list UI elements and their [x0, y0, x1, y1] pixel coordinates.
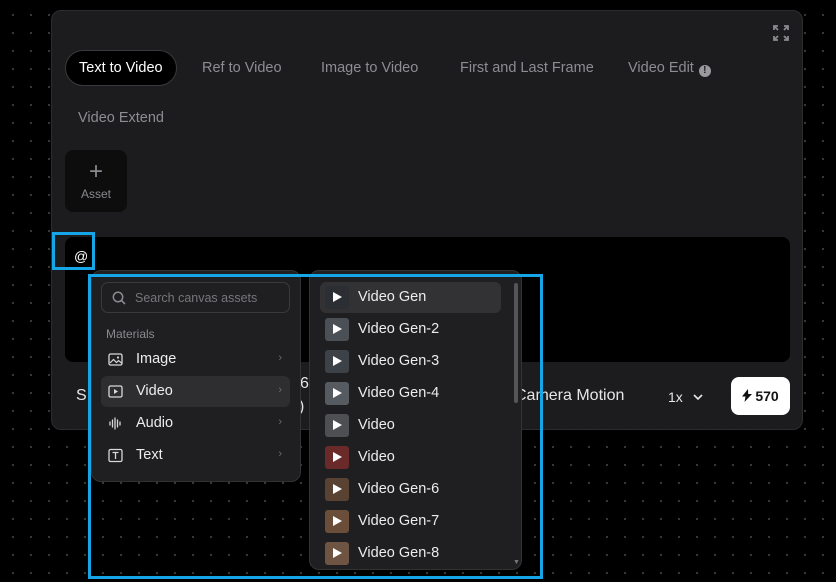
highlight-box-menus [88, 274, 543, 579]
info-icon: ! [698, 65, 711, 77]
add-asset-button[interactable]: + Asset [65, 150, 127, 212]
tab-image-to-video[interactable]: Image to Video [321, 50, 418, 86]
chevron-down-icon [693, 394, 703, 401]
plus-icon: + [88, 158, 103, 185]
tab-video-edit[interactable]: Video Edit! [628, 50, 711, 86]
speed-value: 1x [668, 389, 683, 405]
tab-video-extend[interactable]: Video Extend [78, 100, 164, 136]
tab-first-and-last-frame[interactable]: First and Last Frame [460, 50, 594, 86]
speed-select[interactable]: 1x [668, 389, 703, 405]
tab-text-to-video[interactable]: Text to Video [65, 50, 177, 86]
tab-ref-to-video[interactable]: Ref to Video [202, 50, 282, 86]
setting-label-fragment[interactable]: S [76, 387, 87, 405]
expand-icon[interactable] [772, 24, 790, 42]
highlight-box-at-trigger [52, 232, 95, 270]
asset-label: Asset [80, 187, 111, 201]
tab-video-edit-label: Video Edit [628, 60, 694, 76]
generate-credits-button[interactable]: 570 [731, 377, 790, 415]
credits-count: 570 [755, 388, 779, 404]
lightning-icon [742, 389, 753, 402]
